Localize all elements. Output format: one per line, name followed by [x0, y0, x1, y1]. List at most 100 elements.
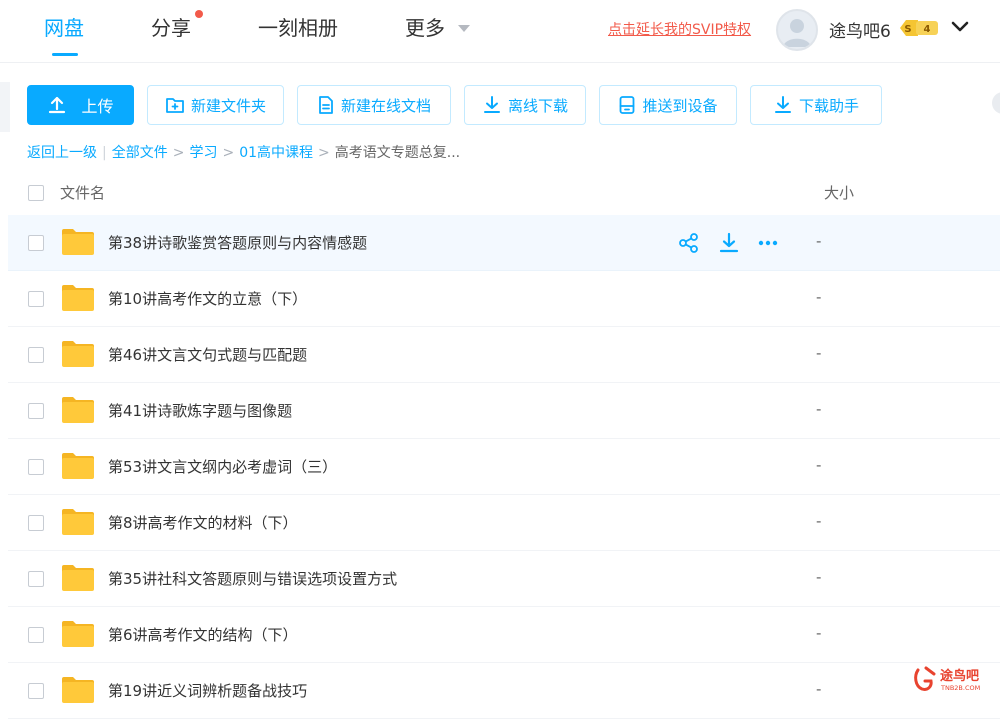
file-size: -: [816, 680, 822, 698]
site-watermark-logo: 途鸟吧 TNB2B.COM: [914, 666, 980, 692]
folder-icon: [62, 677, 94, 703]
more-caret-icon[interactable]: [458, 25, 470, 32]
file-name[interactable]: 第10讲高考作文的立意（下）: [108, 288, 307, 309]
upload-icon: [49, 96, 66, 114]
nav-more[interactable]: 更多: [405, 14, 445, 42]
folder-icon: [62, 509, 94, 535]
new-folder-icon: [166, 98, 184, 113]
file-name[interactable]: 第35讲社科文答题原则与错误选项设置方式: [108, 568, 397, 589]
table-row[interactable]: 第19讲近义词辨析题备战技巧 -: [8, 663, 1000, 719]
file-size: -: [816, 400, 822, 418]
share-icon[interactable]: [678, 232, 700, 254]
document-icon: [319, 96, 333, 114]
svip-renew-link[interactable]: 点击延长我的SVIP特权: [608, 19, 751, 39]
download-icon: [483, 96, 500, 113]
file-name[interactable]: 第19讲近义词辨析题备战技巧: [108, 680, 307, 701]
top-nav: 网盘 分享 一刻相册 更多 点击延长我的SVIP特权 途鸟吧6 S 4: [0, 0, 1000, 63]
breadcrumb: 返回上一级 | 全部文件 > 学习 >01高中课程 > 高考语文专题总复...: [27, 143, 460, 163]
row-checkbox[interactable]: [28, 235, 44, 251]
side-scroll-handle[interactable]: [992, 92, 1000, 114]
new-online-doc-button[interactable]: 新建在线文档: [297, 85, 451, 125]
folder-icon: [62, 621, 94, 647]
svip-level-badge-icon: S 4: [900, 20, 938, 36]
file-size: -: [816, 456, 822, 474]
file-name[interactable]: 第8讲高考作文的材料（下）: [108, 512, 298, 533]
vip-level: 4: [924, 24, 931, 35]
download-icon[interactable]: [718, 232, 740, 254]
file-name[interactable]: 第41讲诗歌炼字题与图像题: [108, 400, 292, 421]
new-online-doc-label: 新建在线文档: [340, 96, 431, 115]
push-to-device-button[interactable]: 推送到设备: [599, 85, 737, 125]
file-name[interactable]: 第46讲文言文句式题与匹配题: [108, 344, 307, 365]
folder-icon: [62, 565, 94, 591]
folder-icon: [62, 397, 94, 423]
more-options-icon[interactable]: [757, 232, 779, 254]
file-size: -: [816, 568, 822, 586]
row-checkbox[interactable]: [28, 459, 44, 475]
share-notification-dot: [195, 10, 203, 18]
download-helper-button[interactable]: 下载助手: [750, 85, 882, 125]
watermark-text: 途鸟吧: [940, 668, 979, 684]
row-checkbox[interactable]: [28, 571, 44, 587]
file-name[interactable]: 第38讲诗歌鉴赏答题原则与内容情感题: [108, 232, 367, 253]
file-size: -: [816, 288, 822, 306]
new-folder-label: 新建文件夹: [190, 96, 266, 115]
folder-icon: [62, 229, 94, 255]
folder-icon: [62, 285, 94, 311]
table-row[interactable]: 第38讲诗歌鉴赏答题原则与内容情感题 -: [8, 215, 1000, 271]
nav-album[interactable]: 一刻相册: [258, 14, 338, 42]
device-icon: [620, 96, 635, 114]
nav-share[interactable]: 分享: [151, 14, 191, 42]
chevron-down-icon[interactable]: [950, 17, 970, 37]
breadcrumb-current: 高考语文专题总复...: [334, 145, 461, 161]
watermark-subtext: TNB2B.COM: [940, 684, 980, 692]
vip-prefix: S: [904, 24, 911, 35]
file-table-header: 文件名 大小: [0, 171, 1000, 213]
table-row[interactable]: 第41讲诗歌炼字题与图像题 -: [8, 383, 1000, 439]
breadcrumb-item-highschool[interactable]: 01高中课程: [239, 145, 313, 161]
row-checkbox[interactable]: [28, 291, 44, 307]
avatar[interactable]: [776, 9, 818, 51]
table-row[interactable]: 第35讲社科文答题原则与错误选项设置方式 -: [8, 551, 1000, 607]
file-name[interactable]: 第53讲文言文纲内必考虚词（三）: [108, 456, 337, 477]
table-row[interactable]: 第53讲文言文纲内必考虚词（三） -: [8, 439, 1000, 495]
nav-netdisk[interactable]: 网盘: [44, 14, 84, 42]
file-size: -: [816, 624, 822, 642]
file-size: -: [816, 512, 822, 530]
download-helper-label: 下载助手: [798, 96, 859, 115]
new-folder-button[interactable]: 新建文件夹: [147, 85, 284, 125]
breadcrumb-back-link[interactable]: 返回上一级: [27, 145, 97, 161]
breadcrumb-separator: >: [172, 145, 185, 161]
header-file-name[interactable]: 文件名: [60, 182, 105, 203]
breadcrumb-separator: >: [318, 145, 330, 161]
file-size: -: [816, 344, 822, 362]
push-to-device-label: 推送到设备: [642, 96, 718, 115]
table-row[interactable]: 第8讲高考作文的材料（下） -: [8, 495, 1000, 551]
table-row[interactable]: 第6讲高考作文的结构（下） -: [8, 607, 1000, 663]
breadcrumb-divider: |: [102, 145, 107, 161]
upload-button[interactable]: 上传: [27, 85, 134, 125]
header-size[interactable]: 大小: [824, 182, 854, 203]
row-checkbox[interactable]: [28, 403, 44, 419]
breadcrumb-item-all-files[interactable]: 全部文件: [112, 145, 168, 161]
offline-download-label: 离线下载: [507, 96, 568, 115]
row-checkbox[interactable]: [28, 683, 44, 699]
breadcrumb-separator: >: [222, 145, 235, 161]
username[interactable]: 途鸟吧6: [829, 17, 891, 42]
avatar-person-icon: [783, 19, 811, 47]
row-checkbox[interactable]: [28, 515, 44, 531]
row-checkbox[interactable]: [28, 627, 44, 643]
nav-active-underline: [52, 53, 78, 56]
table-row[interactable]: 第10讲高考作文的立意（下） -: [8, 271, 1000, 327]
table-row[interactable]: 第46讲文言文句式题与匹配题 -: [8, 327, 1000, 383]
download-helper-icon: [774, 96, 791, 113]
select-all-checkbox[interactable]: [28, 185, 44, 201]
row-checkbox[interactable]: [28, 347, 44, 363]
offline-download-button[interactable]: 离线下载: [464, 85, 586, 125]
file-size: -: [816, 232, 822, 250]
upload-label: 上传: [81, 97, 114, 116]
folder-icon: [62, 453, 94, 479]
breadcrumb-item-study[interactable]: 学习: [189, 145, 217, 161]
file-name[interactable]: 第6讲高考作文的结构（下）: [108, 624, 298, 645]
left-edge-strip: [0, 82, 10, 132]
